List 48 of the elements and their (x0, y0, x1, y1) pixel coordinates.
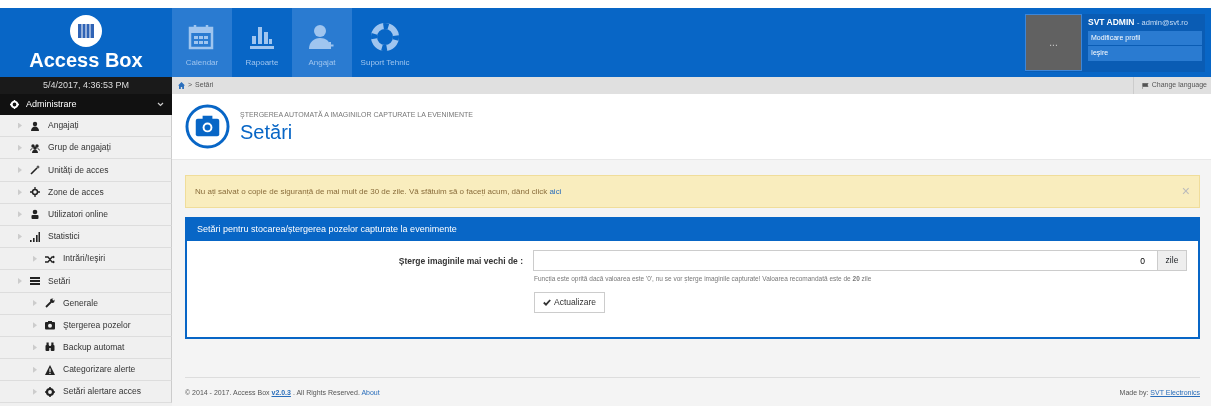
user-name: SVT ADMIN (1088, 17, 1135, 27)
update-button[interactable]: Actualizare (534, 291, 606, 313)
avatar: ... (1025, 14, 1082, 71)
user-icon (30, 209, 40, 220)
sidebar-item[interactable]: Statistici (0, 225, 172, 249)
check-icon (543, 298, 551, 306)
sidebar-item[interactable]: Categorizare alerte (0, 359, 172, 382)
alert-link[interactable]: aici (549, 186, 562, 196)
brand-name: Access Box (29, 50, 143, 70)
signal-icon (30, 231, 40, 242)
chevron-down-icon (157, 102, 164, 107)
sidebar-item[interactable]: Grup de angajați (0, 137, 172, 160)
sidebar-item[interactable]: Setări (0, 270, 172, 293)
sidebar-item[interactable]: Unități de acces (0, 159, 172, 182)
gear-icon (45, 386, 55, 397)
flag-icon (1141, 82, 1149, 89)
add-user-icon (307, 22, 337, 52)
wrench-icon (45, 298, 55, 309)
input-field[interactable]: 0 (533, 250, 1158, 271)
list-icon (30, 275, 40, 286)
sidebar-item[interactable]: Zone de acces (0, 181, 172, 204)
panel-title: Setări pentru stocarea/ștergerea pozelor capturate la evenimente (187, 219, 1198, 241)
gear-icon (10, 100, 19, 109)
alert-message: Nu ați salvat o copie de siguranță de mai mult de 30 de zile. Vă sfătuim să o faceți acum, dând click aici (195, 185, 562, 198)
home-icon (178, 82, 185, 89)
page-title: Setări (240, 120, 294, 143)
warning-icon (45, 364, 55, 375)
sidebar-item[interactable]: Intrări/Ieşiri (0, 248, 172, 271)
sidebar-item[interactable]: Backup automat (0, 336, 172, 360)
shuffle-icon (45, 253, 55, 264)
logo-icon (70, 15, 102, 47)
wand-icon (30, 164, 40, 175)
sidebar-item[interactable]: Utilizatori online (0, 203, 172, 226)
person-icon (30, 120, 40, 131)
sidebar-item[interactable]: Ştergerea pozelor (0, 314, 172, 337)
group-icon (30, 142, 40, 153)
binoculars-icon (45, 342, 55, 353)
date-time: 5/4/2017, 4:36:53 PM (0, 77, 172, 94)
crosshair-icon (30, 187, 40, 198)
camera-icon (45, 320, 55, 331)
sidebar-section[interactable]: Administrare (0, 94, 172, 115)
field-label: Șterge imaginile mai vechi de : (397, 255, 524, 268)
camera-icon (185, 104, 230, 149)
sidebar-item[interactable]: Setări alertare acces (0, 381, 172, 404)
sidebar-item[interactable]: Generale (0, 292, 172, 315)
unit-addon: zile (1158, 250, 1187, 271)
sidebar-item[interactable]: Angajați (0, 115, 172, 138)
lifebuoy-icon (370, 22, 400, 52)
